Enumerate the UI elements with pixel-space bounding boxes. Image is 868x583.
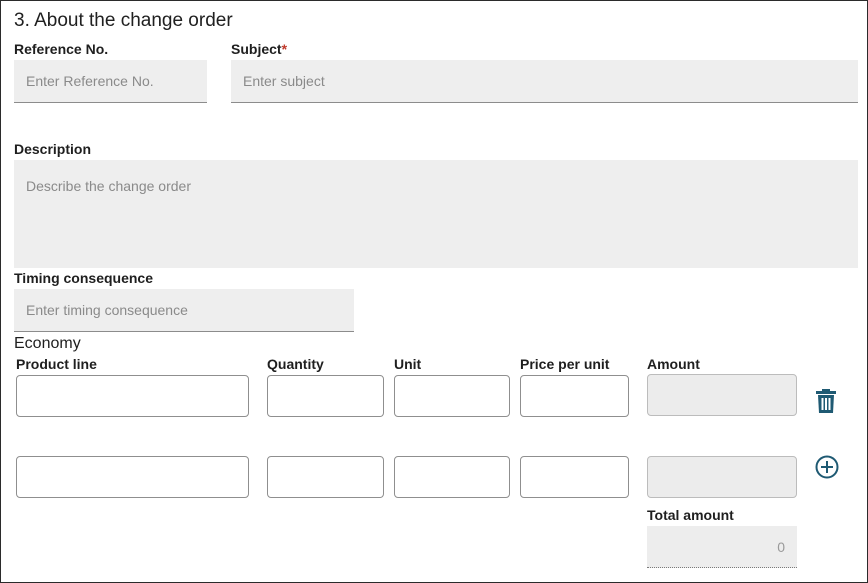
product-line-input[interactable] — [16, 375, 249, 417]
section-title: 3. About the change order — [14, 10, 233, 31]
add-row-button[interactable] — [815, 455, 839, 484]
timing-input[interactable] — [14, 289, 354, 332]
timing-label: Timing consequence — [14, 270, 153, 286]
col-product-line: Product line — [16, 356, 97, 372]
reference-input[interactable] — [14, 60, 207, 103]
required-mark: * — [281, 41, 288, 57]
trash-icon — [816, 389, 836, 413]
quantity-input[interactable] — [267, 375, 384, 417]
amount-field — [647, 456, 797, 498]
economy-title: Economy — [14, 335, 81, 352]
amount-field — [647, 374, 797, 416]
unit-input[interactable] — [394, 456, 510, 498]
total-amount-label: Total amount — [647, 507, 734, 523]
col-amount: Amount — [647, 356, 700, 372]
col-price-per-unit: Price per unit — [520, 356, 610, 372]
product-line-input[interactable] — [16, 456, 249, 498]
plus-circle-icon — [815, 455, 839, 479]
price-per-unit-input[interactable] — [520, 375, 629, 417]
col-unit: Unit — [394, 356, 422, 372]
delete-row-button[interactable] — [815, 389, 837, 419]
description-label: Description — [14, 141, 92, 157]
unit-input[interactable] — [394, 375, 510, 417]
quantity-input[interactable] — [267, 456, 384, 498]
reference-label: Reference No. — [14, 41, 109, 57]
subject-input[interactable] — [231, 60, 858, 103]
col-quantity: Quantity — [267, 356, 324, 372]
price-per-unit-input[interactable] — [520, 456, 629, 498]
subject-label: Subject* — [231, 41, 287, 57]
description-textarea[interactable] — [14, 160, 858, 268]
subject-label-text: Subject — [231, 41, 282, 57]
total-amount-field: 0 — [647, 526, 797, 568]
